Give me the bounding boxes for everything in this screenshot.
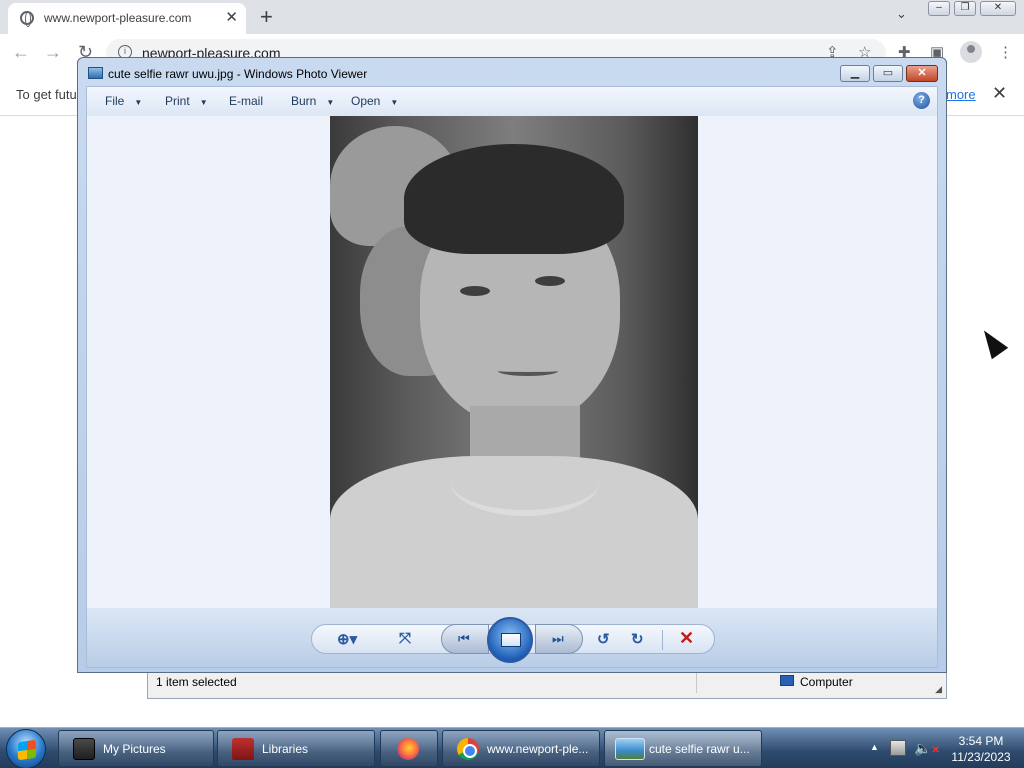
status-divider bbox=[696, 673, 697, 693]
taskbar-item-libraries[interactable]: Libraries bbox=[217, 730, 375, 767]
explorer-status-bar: 1 item selected Computer ◢ bbox=[147, 669, 947, 699]
menu-burn[interactable]: Burn ▼ bbox=[291, 94, 334, 108]
menu-email[interactable]: E-mail bbox=[229, 94, 263, 108]
window-title: cute selfie rawr uwu.jpg - Windows Photo… bbox=[108, 67, 368, 81]
taskbar-item-label: cute selfie rawr u... bbox=[649, 742, 750, 756]
taskbar-item-firefox[interactable] bbox=[380, 730, 438, 767]
globe-icon bbox=[20, 11, 34, 27]
menu-print[interactable]: Print ▼ bbox=[165, 94, 208, 108]
info-bar-close-icon[interactable]: ✕ bbox=[992, 83, 1007, 104]
previous-button[interactable]: ⏮ bbox=[441, 624, 489, 654]
taskbar-item-label: Libraries bbox=[262, 742, 309, 756]
resize-grip[interactable]: ◢ bbox=[935, 684, 942, 695]
photo-viewer-title-bar[interactable]: cute selfie rawr uwu.jpg - Windows Photo… bbox=[78, 58, 946, 86]
start-button[interactable] bbox=[6, 729, 46, 768]
libraries-folder-icon bbox=[232, 738, 254, 760]
previous-icon: ⏮ bbox=[458, 631, 470, 646]
photo-viewer-controls: ⊕▾ ⤧ ⏮ ⏭ ↺ ↻ ✕ bbox=[86, 608, 938, 668]
photo-canvas bbox=[86, 116, 938, 608]
actual-size-icon[interactable]: ⤧ bbox=[399, 630, 411, 647]
minimize-button[interactable]: ▁ bbox=[840, 65, 870, 82]
photo-thumbnail-icon bbox=[615, 738, 645, 760]
tab-close-icon[interactable]: ✕ bbox=[225, 8, 238, 26]
firefox-icon bbox=[397, 738, 419, 760]
windows-logo-icon bbox=[18, 739, 36, 761]
taskbar-item-my-pictures[interactable]: My Pictures bbox=[58, 730, 214, 767]
clock-date[interactable]: 11/23/2023 bbox=[944, 750, 1018, 764]
photo-viewer-menu-bar: File ▼ Print ▼ E-mail Burn ▼ Open ▼ ? bbox=[86, 86, 938, 116]
profile-avatar[interactable] bbox=[960, 41, 982, 63]
rotate-counterclockwise-icon[interactable]: ↺ bbox=[597, 630, 610, 648]
pictures-folder-icon bbox=[73, 738, 95, 760]
back-arrow-icon[interactable]: ← bbox=[12, 42, 30, 63]
menu-file[interactable]: File ▼ bbox=[105, 94, 142, 108]
browser-tab[interactable]: www.newport-pleasure.com ✕ bbox=[8, 3, 246, 34]
slideshow-button[interactable] bbox=[487, 617, 533, 663]
volume-muted-icon[interactable]: 🔈✕ bbox=[914, 740, 940, 757]
system-tray: ▲ 🔈✕ 3:54 PM 11/23/2023 bbox=[866, 728, 1024, 768]
learn-more-link[interactable]: more bbox=[946, 87, 976, 102]
delete-icon[interactable]: ✕ bbox=[679, 628, 694, 649]
browser-close-button[interactable]: ✕ bbox=[980, 1, 1016, 16]
zoom-icon[interactable]: ⊕▾ bbox=[337, 630, 357, 648]
next-icon: ⏭ bbox=[552, 631, 564, 646]
browser-minimize-button[interactable]: – bbox=[928, 1, 950, 16]
photo-viewer-window: cute selfie rawr uwu.jpg - Windows Photo… bbox=[77, 57, 947, 673]
help-icon[interactable]: ? bbox=[913, 92, 930, 109]
mouse-cursor-icon bbox=[975, 324, 1009, 360]
chrome-icon bbox=[457, 738, 479, 760]
chevron-down-icon: ▼ bbox=[199, 98, 208, 107]
new-tab-button[interactable]: + bbox=[260, 4, 273, 30]
browser-restore-button[interactable]: ❐ bbox=[954, 1, 976, 16]
browser-tab-strip: www.newport-pleasure.com ✕ + ⌄ – ❐ ✕ bbox=[0, 0, 1024, 34]
chevron-down-icon: ▼ bbox=[326, 98, 335, 107]
computer-icon bbox=[780, 675, 794, 686]
rotate-clockwise-icon[interactable]: ↻ bbox=[631, 630, 644, 648]
next-button[interactable]: ⏭ bbox=[535, 624, 583, 654]
taskbar-item-label: www.newport-ple... bbox=[487, 742, 589, 756]
photo-viewer-app-icon bbox=[88, 67, 103, 79]
status-selected-count: 1 item selected bbox=[156, 675, 237, 689]
info-bar-message: To get futu bbox=[16, 87, 77, 102]
network-icon[interactable] bbox=[890, 740, 906, 756]
slideshow-icon bbox=[501, 633, 521, 647]
clock-time[interactable]: 3:54 PM bbox=[946, 734, 1016, 748]
taskbar-item-photo-viewer[interactable]: cute selfie rawr u... bbox=[604, 730, 762, 767]
menu-open[interactable]: Open ▼ bbox=[351, 94, 398, 108]
show-hidden-icons[interactable]: ▲ bbox=[870, 742, 879, 752]
controls-divider bbox=[662, 630, 663, 650]
status-location: Computer bbox=[800, 675, 853, 689]
displayed-photo bbox=[330, 116, 698, 608]
taskbar-item-chrome[interactable]: www.newport-ple... bbox=[442, 730, 600, 767]
chevron-down-icon: ▼ bbox=[134, 98, 143, 107]
forward-arrow-icon[interactable]: → bbox=[44, 42, 62, 63]
tab-search-icon[interactable]: ⌄ bbox=[896, 6, 907, 22]
chrome-menu-icon[interactable]: ⋮ bbox=[998, 43, 1013, 61]
tab-title: www.newport-pleasure.com bbox=[44, 11, 192, 25]
maximize-button[interactable]: ▭ bbox=[873, 65, 903, 82]
chevron-down-icon: ▼ bbox=[390, 98, 399, 107]
taskbar: My Pictures Libraries www.newport-ple...… bbox=[0, 727, 1024, 768]
close-button[interactable]: ✕ bbox=[906, 65, 938, 82]
taskbar-item-label: My Pictures bbox=[103, 742, 166, 756]
